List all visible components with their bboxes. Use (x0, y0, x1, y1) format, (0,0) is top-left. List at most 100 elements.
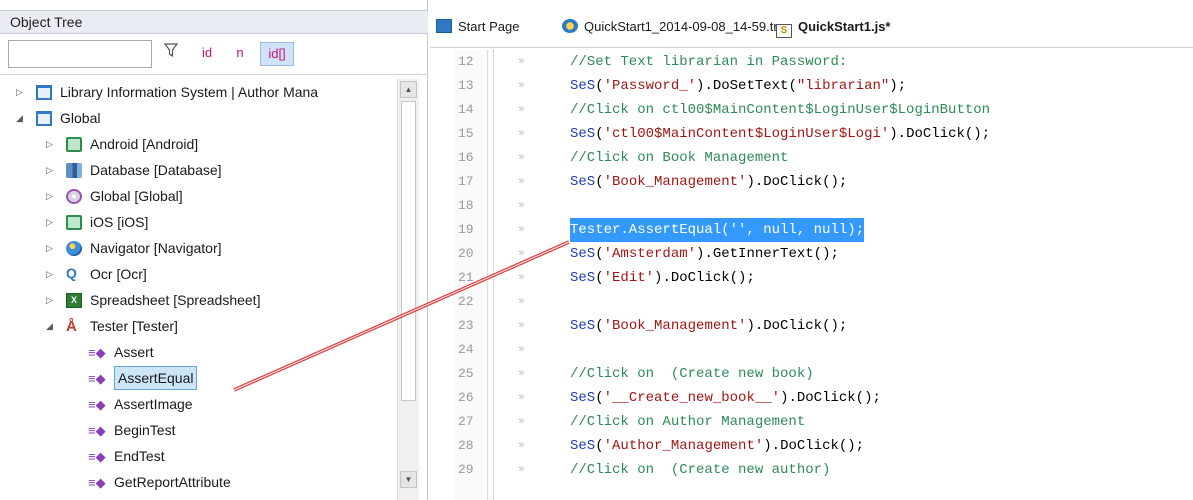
line-number: 25 (458, 366, 474, 381)
line-number: 18 (458, 198, 474, 213)
tree-item[interactable]: ▷ Q Ocr [Ocr] (0, 261, 397, 287)
filter-id-button[interactable]: id (196, 42, 218, 66)
expand-arrow-icon[interactable]: ▷ (46, 235, 58, 261)
fold-marker-icon: » (518, 248, 525, 260)
fold-marker-icon: » (518, 224, 525, 236)
collapse-arrow-icon[interactable]: ◢ (46, 313, 58, 339)
tree-item[interactable]: ≡◆ AssertEqual (0, 365, 397, 391)
expand-arrow-icon[interactable]: ▷ (46, 131, 58, 157)
code-line[interactable]: 29 » //Click on (Create new author) (430, 458, 1193, 482)
line-number: 23 (458, 318, 474, 333)
code-text: //Click on Book Management (570, 150, 789, 166)
code-line[interactable]: 25 » //Click on (Create new book) (430, 362, 1193, 386)
fold-marker-icon: » (518, 320, 525, 332)
scroll-down-arrow-icon[interactable]: ▼ (400, 471, 417, 488)
code-line[interactable]: 16 » //Click on Book Management (430, 146, 1193, 170)
object-tree-filter-bar: id n id[] (0, 38, 428, 72)
code-text: SeS('Password_').DoSetText("librarian"); (570, 78, 907, 94)
filter-index-button[interactable]: id[] (260, 42, 294, 66)
expand-arrow-icon[interactable]: ▷ (16, 79, 28, 105)
code-line[interactable]: 17 » SeS('Book_Management').DoClick(); (430, 170, 1193, 194)
tree-item[interactable]: ◢ Å Tester [Tester] (0, 313, 397, 339)
tab-report[interactable]: QuickStart1_2014-09-08_14-59.trp (562, 16, 785, 38)
filter-icon[interactable] (160, 42, 182, 66)
phone-icon (66, 137, 82, 152)
tree-item-label: AssertEqual (114, 366, 198, 390)
code-text: //Click on (Create new author) (570, 462, 831, 478)
tree-item[interactable]: ▷ Android [Android] (0, 131, 397, 157)
code-text: //Set Text librarian in Password: (570, 54, 848, 70)
object-tree-search-input[interactable] (8, 40, 152, 68)
fold-marker-icon: » (518, 272, 525, 284)
line-number: 27 (458, 414, 474, 429)
filter-name-button[interactable]: n (232, 42, 248, 66)
code-editor: Start Page QuickStart1_2014-09-08_14-59.… (430, 0, 1193, 500)
tree-item-label: Ocr [Ocr] (90, 266, 147, 282)
tree-item-label: Database [Database] (90, 162, 222, 178)
code-line[interactable]: 28 » SeS('Author_Management').DoClick(); (430, 434, 1193, 458)
tree-item[interactable]: ≡◆ BeginTest (0, 417, 397, 443)
tab-label: QuickStart1.js* (798, 19, 891, 34)
method-icon: ≡◆ (88, 475, 106, 490)
expand-arrow-icon[interactable]: ▷ (46, 261, 58, 287)
globe-icon (66, 241, 82, 256)
code-line[interactable]: 18 » (430, 194, 1193, 218)
code-line[interactable]: 20 » SeS('Amsterdam').GetInnerText(); (430, 242, 1193, 266)
tree-item[interactable]: ▷ Library Information System | Author Man… (0, 79, 397, 105)
tree-item-label: Navigator [Navigator] (90, 240, 222, 256)
code-line[interactable]: 22 » (430, 290, 1193, 314)
tree-item[interactable]: ≡◆ AssertImage (0, 391, 397, 417)
code-line[interactable]: 21 » SeS('Edit').DoClick(); (430, 266, 1193, 290)
tree-item[interactable]: ≡◆ GetReportAttribute (0, 469, 397, 495)
code-line[interactable]: 24 » (430, 338, 1193, 362)
fold-marker-icon: » (518, 152, 525, 164)
code-line[interactable]: 26 » SeS('__Create_new_book__').DoClick(); (430, 386, 1193, 410)
tree-item-label: Assert (114, 344, 154, 360)
tree-item[interactable]: ≡◆ Assert (0, 339, 397, 365)
code-line[interactable]: 27 » //Click on Author Management (430, 410, 1193, 434)
fold-marker-icon: » (518, 368, 525, 380)
fold-marker-icon: » (518, 344, 525, 356)
code-text: SeS('Author_Management').DoClick(); (570, 438, 865, 454)
code-line[interactable]: 13 » SeS('Password_').DoSetText("librarian… (430, 74, 1193, 98)
tree-item[interactable]: ▷ Global [Global] (0, 183, 397, 209)
tree-scrollbar[interactable]: ▲ ▼ (397, 79, 419, 500)
tree-item-label: Global (60, 110, 101, 126)
start-page-icon (436, 19, 452, 33)
expand-arrow-icon[interactable]: ▷ (46, 287, 58, 313)
tree-item[interactable]: ▷ Database [Database] (0, 157, 397, 183)
code-line[interactable]: 12 » //Set Text librarian in Password: (430, 50, 1193, 74)
method-icon: ≡◆ (88, 371, 106, 386)
code-line[interactable]: 23 » SeS('Book_Management').DoClick(); (430, 314, 1193, 338)
fold-marker-icon: » (518, 104, 525, 116)
collapse-arrow-icon[interactable]: ◢ (16, 105, 28, 131)
tab-script[interactable]: S QuickStart1.js* (776, 16, 891, 38)
spreadsheet-icon: X (66, 293, 82, 308)
line-number: 26 (458, 390, 474, 405)
window-icon (36, 85, 52, 100)
expand-arrow-icon[interactable]: ▷ (46, 183, 58, 209)
tree-item[interactable]: ◢ Global (0, 105, 397, 131)
object-tree-title: Object Tree (0, 10, 428, 34)
line-number: 28 (458, 438, 474, 453)
code-line[interactable]: 14 » //Click on ctl00$MainContent$LoginUse… (430, 98, 1193, 122)
fold-marker-icon: » (518, 464, 525, 476)
code-line[interactable]: 15 » SeS('ctl00$MainContent$LoginUser$Logi… (430, 122, 1193, 146)
tab-start-page[interactable]: Start Page (436, 16, 519, 38)
expand-arrow-icon[interactable]: ▷ (46, 157, 58, 183)
line-number: 19 (458, 222, 474, 237)
tree-item[interactable]: ▷ X Spreadsheet [Spreadsheet] (0, 287, 397, 313)
tree-item[interactable]: ▷ Navigator [Navigator] (0, 235, 397, 261)
scroll-up-arrow-icon[interactable]: ▲ (400, 81, 417, 98)
tree-item[interactable]: ≡◆ EndTest (0, 443, 397, 469)
fold-marker-icon: » (518, 176, 525, 188)
code-text: SeS('Edit').DoClick(); (570, 270, 755, 286)
line-number: 22 (458, 294, 474, 309)
code-text: //Click on (Create new book) (570, 366, 814, 382)
scroll-thumb[interactable] (401, 101, 416, 401)
tree-item[interactable]: ▷ iOS [iOS] (0, 209, 397, 235)
code-line[interactable]: 19 » Tester.AssertEqual('', null, null); (430, 218, 1193, 242)
line-number: 29 (458, 462, 474, 477)
disc-icon (66, 189, 82, 204)
expand-arrow-icon[interactable]: ▷ (46, 209, 58, 235)
